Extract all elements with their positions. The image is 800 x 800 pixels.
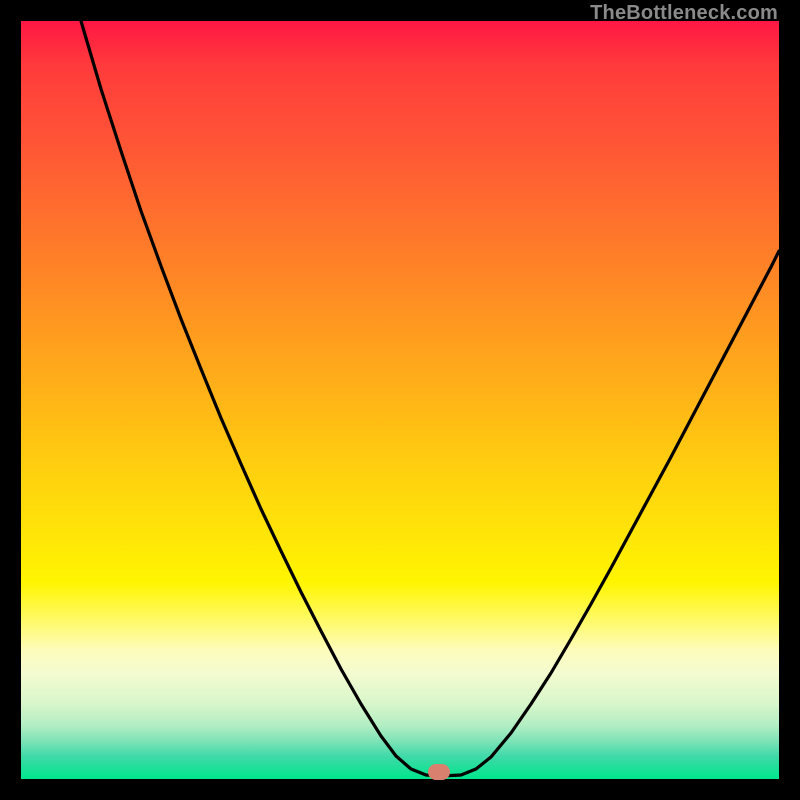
attribution-label: TheBottleneck.com [590, 2, 778, 25]
chart-frame: TheBottleneck.com [0, 0, 800, 800]
minimum-marker [428, 764, 450, 780]
bottleneck-curve [21, 21, 779, 779]
